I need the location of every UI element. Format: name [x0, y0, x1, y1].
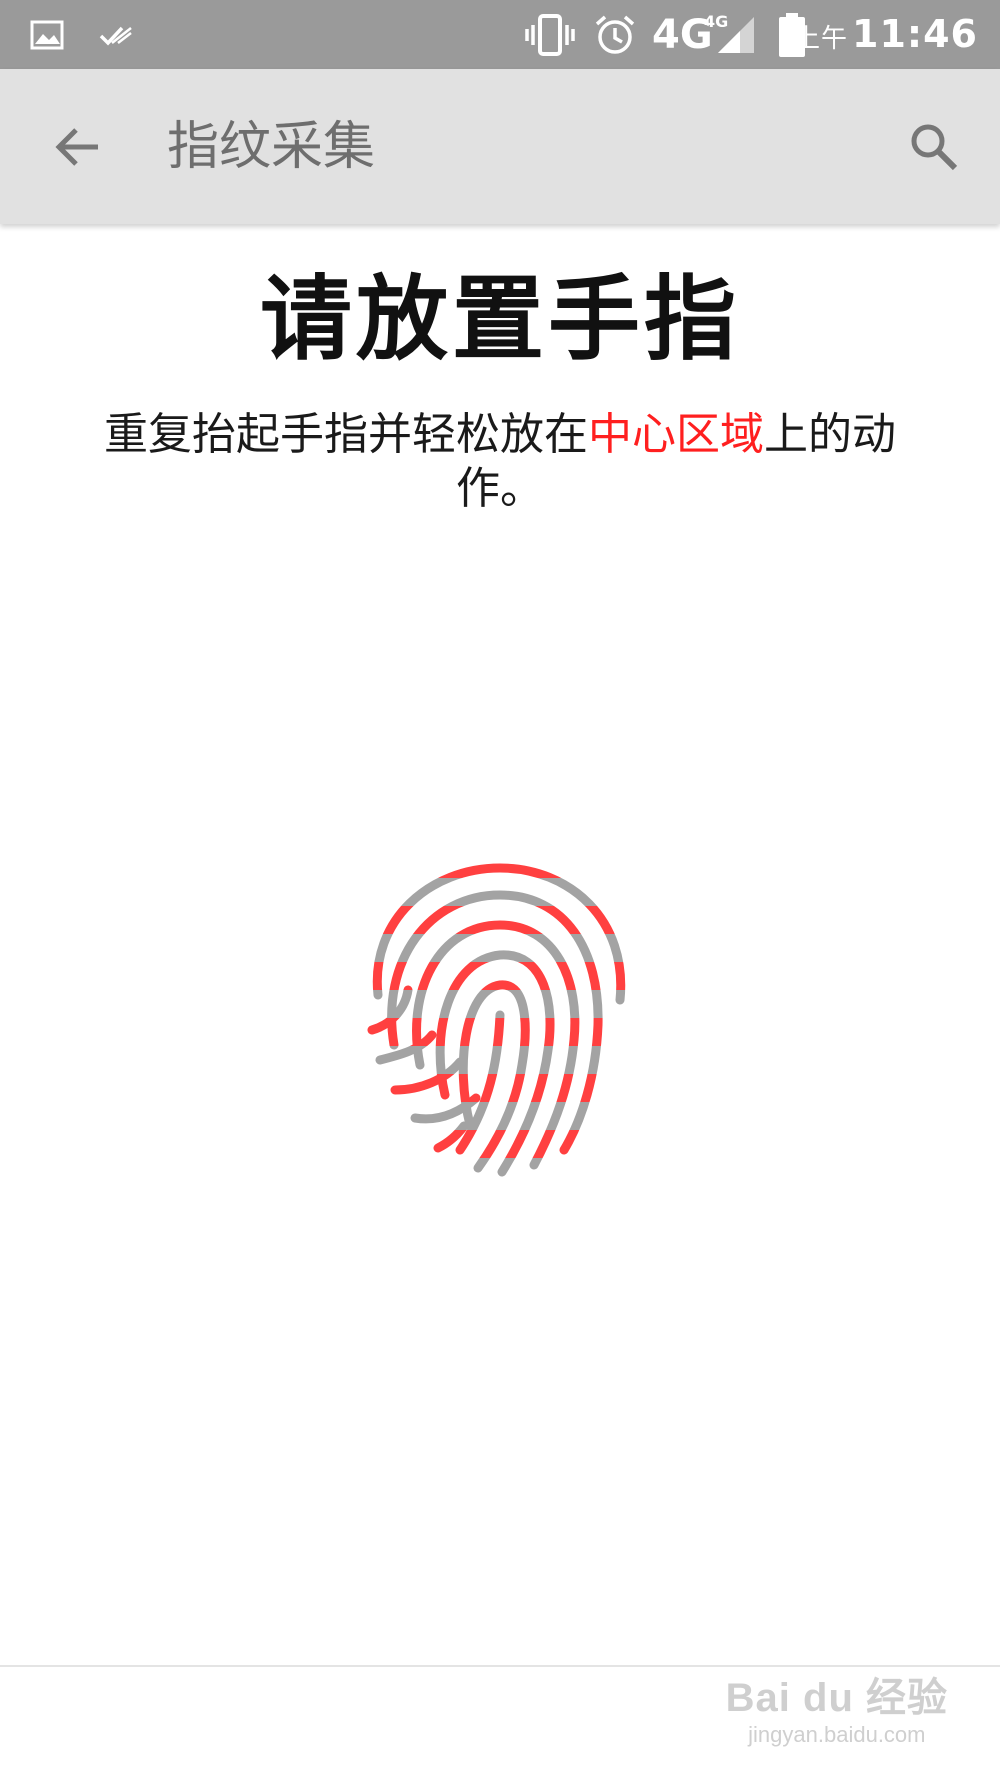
instruction-highlight: 中心区域 [588, 409, 764, 460]
watermark-logo: Bai du 经验 [725, 1676, 948, 1720]
clock: 上午 11:46 [794, 0, 978, 69]
fingerprint-sensor-area[interactable] [350, 850, 650, 1190]
heading: 请放置手指 [259, 266, 740, 373]
page-title: 指纹采集 [167, 117, 376, 177]
watermark: Bai du 经验 jingyan.baidu.com [726, 1674, 948, 1748]
bottom-divider [0, 1665, 1000, 1667]
alarm-icon [594, 0, 636, 69]
arrow-left-icon [55, 128, 98, 166]
instruction-text: 重复抬起手指并轻松放在中心区域上的动作。 [70, 408, 930, 516]
back-button[interactable] [50, 119, 106, 175]
status-bar: 4G 4G 上午 11:46 [0, 0, 1000, 69]
app-bar: 指纹采集 [0, 69, 1000, 224]
search-button[interactable] [906, 119, 962, 175]
instruction-text-part1: 重复抬起手指并轻松放在 [104, 409, 588, 460]
search-icon [911, 124, 958, 171]
gallery-icon [30, 0, 64, 69]
watermark-url: jingyan.baidu.com [748, 1722, 926, 1747]
fingerprint-icon [367, 863, 626, 1177]
clock-time: 11:46 [852, 12, 978, 56]
clock-period: 上午 [794, 24, 849, 54]
check-icon [98, 0, 134, 69]
signal-icon [716, 0, 756, 69]
vibrate-icon [524, 0, 576, 69]
